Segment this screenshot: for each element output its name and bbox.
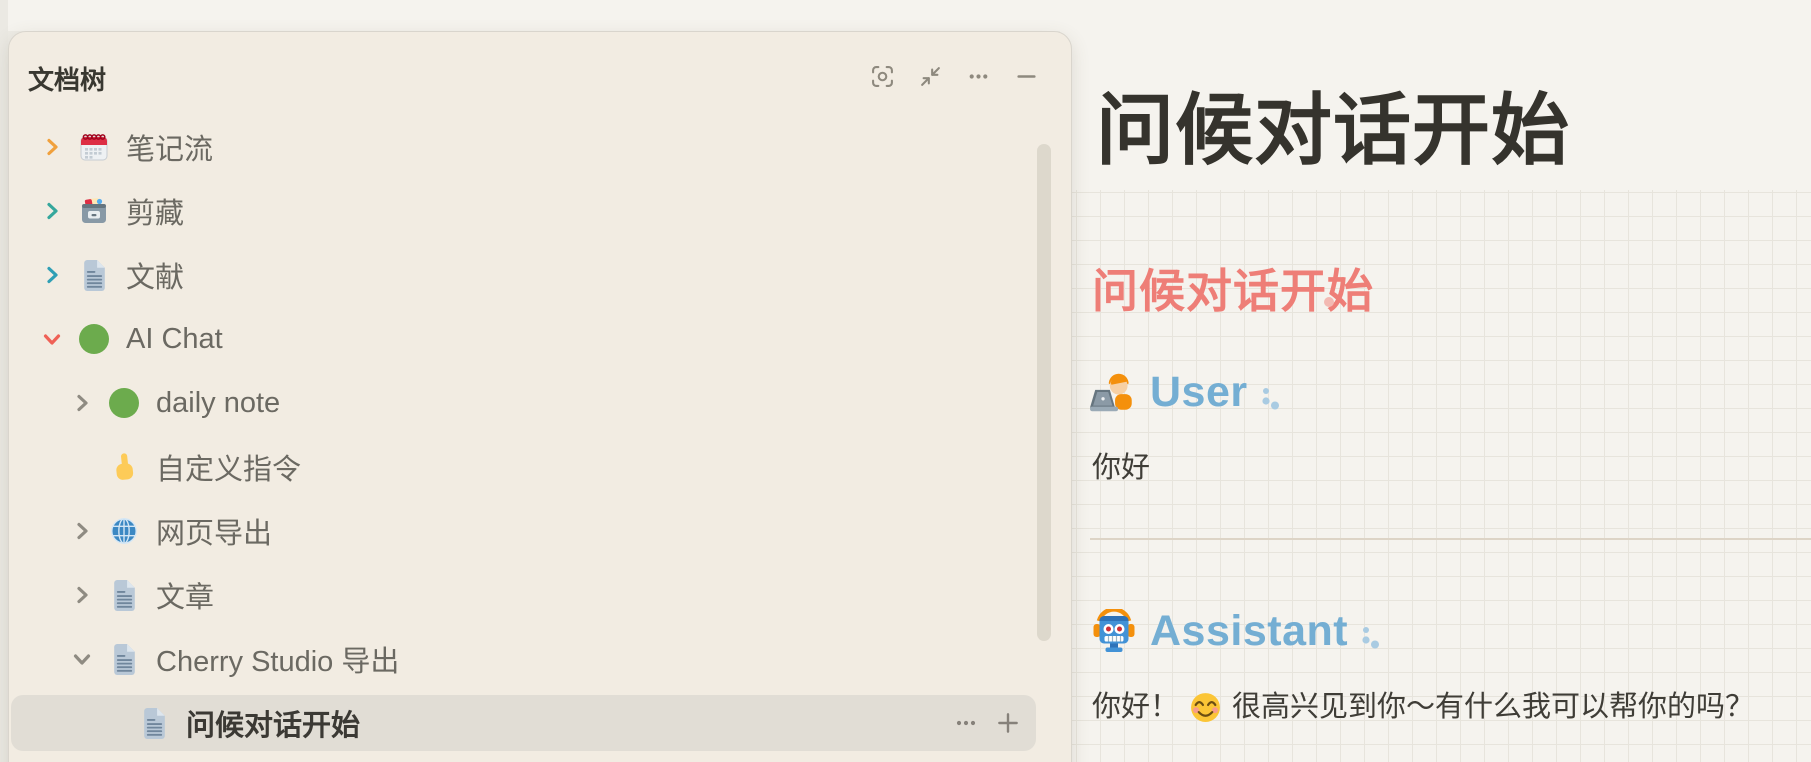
assistant-heading[interactable]: Assistant — [1090, 607, 1380, 655]
row-actions — [948, 695, 1026, 751]
chevron-right-icon[interactable] — [38, 261, 66, 289]
block-marker — [1362, 627, 1380, 649]
tree-item-4[interactable]: AI Chat — [11, 311, 1036, 367]
document-icon — [108, 577, 140, 613]
tree-item-label: Cherry Studio 导出 — [156, 646, 400, 678]
tree-item-8[interactable]: 文章 — [11, 567, 1036, 623]
tree-item-9[interactable]: Cherry Studio 导出 — [11, 631, 1036, 687]
globe-icon — [108, 513, 140, 549]
more-icon[interactable] — [960, 58, 996, 94]
minimize-icon[interactable] — [1008, 58, 1044, 94]
green-circle-icon — [78, 321, 110, 357]
assistant-heading-label: Assistant — [1150, 606, 1349, 655]
tree-item-label: 自定义指令 — [156, 454, 302, 486]
document-icon — [138, 705, 170, 741]
chevron-right-icon[interactable] — [38, 133, 66, 161]
document-title[interactable]: 问候对话开始 — [1096, 68, 1570, 180]
block-marker — [1262, 388, 1279, 410]
tree-item-5[interactable]: daily note — [11, 375, 1036, 431]
item-more-icon[interactable] — [948, 705, 984, 741]
top-strip — [8, 0, 1066, 31]
scrollbar-thumb[interactable] — [1037, 144, 1051, 641]
pointing-up-icon — [108, 449, 140, 485]
tree-item-7[interactable]: 网页导出 — [11, 503, 1036, 559]
heading-anchor-dot — [1324, 297, 1334, 307]
chevron-down-icon[interactable] — [38, 325, 66, 353]
spiral-calendar-icon — [78, 129, 110, 165]
tree-item-3[interactable]: 文献 — [11, 247, 1036, 303]
assistant-message[interactable]: 你好！ 很高兴见到你～有什么我可以帮你的吗？ — [1092, 689, 1754, 725]
tree-item-1[interactable]: 笔记流 — [11, 119, 1036, 175]
add-doc-icon[interactable] — [990, 705, 1026, 741]
tree-item-label: 文章 — [156, 582, 215, 614]
panel-toolbar — [864, 58, 1044, 94]
tree-item-label: 笔记流 — [126, 134, 214, 166]
chevron-right-icon[interactable] — [68, 581, 96, 609]
chevron-spacer — [68, 453, 96, 481]
robot-emoji — [1093, 609, 1135, 652]
app-window: 问候对话开始 问候对话开始 User 你好 Assistant 你好！ 很高兴见… — [0, 0, 1811, 762]
smiling-face-emoji — [1191, 692, 1220, 722]
tree-item-label: 问候对话开始 — [186, 710, 361, 742]
document-icon — [78, 257, 110, 293]
user-heading-label: User — [1150, 367, 1248, 416]
tree-item-10[interactable]: 问候对话开始 — [11, 695, 1036, 751]
user-message[interactable]: 你好 — [1092, 450, 1150, 486]
tree-item-label: 网页导出 — [156, 518, 273, 550]
chevron-right-icon[interactable] — [68, 517, 96, 545]
tree-item-2[interactable]: 剪藏 — [11, 183, 1036, 239]
user-heading[interactable]: User — [1090, 368, 1280, 416]
chevron-spacer — [98, 709, 126, 737]
panel-title: 文档树 — [28, 65, 107, 95]
document-icon — [108, 641, 140, 677]
tree-item-6[interactable]: 自定义指令 — [11, 439, 1036, 495]
section-heading[interactable]: 问候对话开始 — [1092, 255, 1374, 321]
tree-item-label: 文献 — [126, 262, 185, 294]
tree-item-label: AI Chat — [126, 322, 223, 355]
tree-item-label: 剪藏 — [126, 198, 185, 230]
horizontal-rule — [1090, 538, 1811, 540]
chevron-down-icon[interactable] — [68, 645, 96, 673]
window-edge — [0, 0, 8, 762]
document-tree: 笔记流 剪藏 文献 AI Chat daily note 自定义指令 网页导出 — [9, 119, 1071, 759]
editor-pane: 问候对话开始 问候对话开始 User 你好 Assistant 你好！ 很高兴见… — [1060, 0, 1811, 762]
technologist-emoji — [1090, 373, 1132, 412]
green-circle-icon — [108, 385, 140, 421]
card-file-box-icon — [78, 193, 110, 229]
collapse-icon[interactable] — [912, 58, 948, 94]
focus-icon[interactable] — [864, 58, 900, 94]
doc-tree-panel: 文档树 笔记流 剪藏 文献 AI Chat daily note 自定义指令 网… — [8, 31, 1072, 762]
tree-item-label: daily note — [156, 386, 281, 419]
chevron-right-icon[interactable] — [68, 389, 96, 417]
chevron-right-icon[interactable] — [38, 197, 66, 225]
